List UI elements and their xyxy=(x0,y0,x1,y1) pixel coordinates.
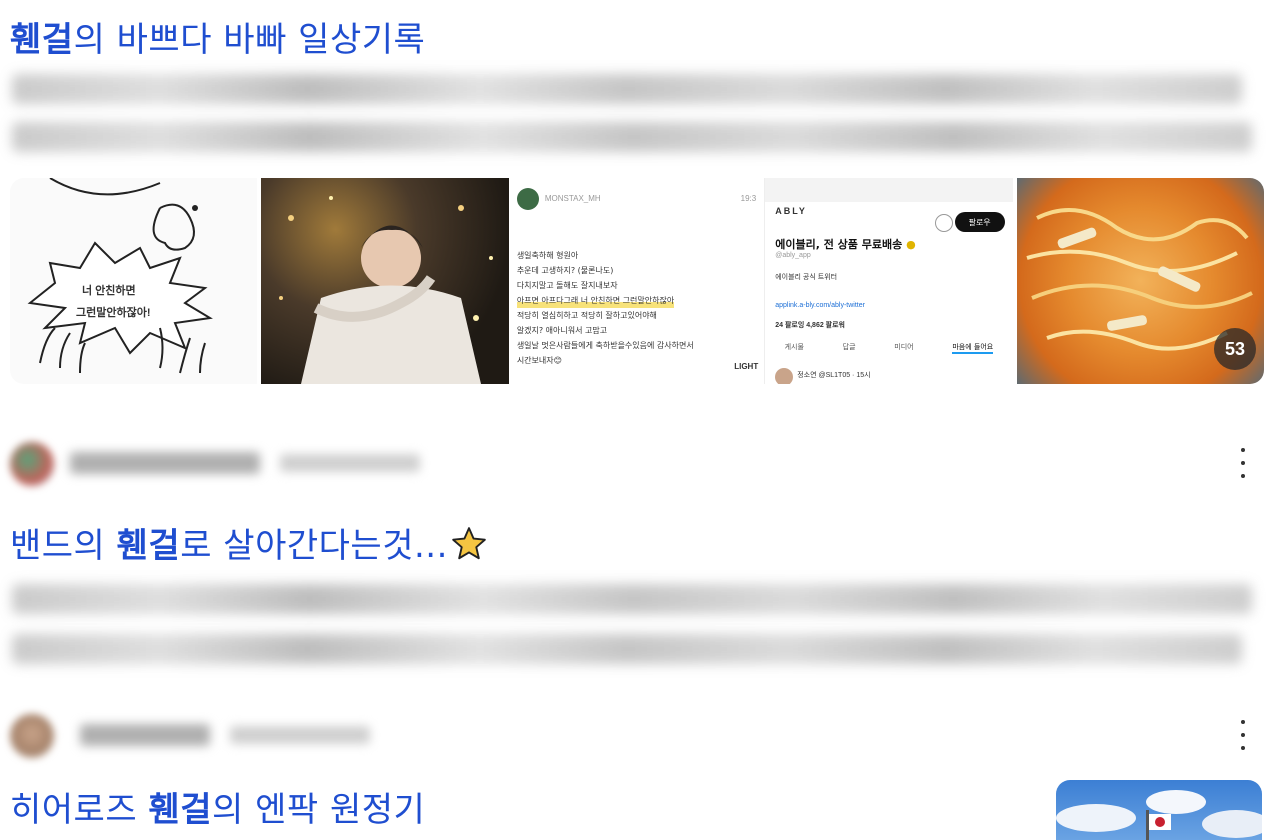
verified-icon: ● xyxy=(906,238,916,251)
title-text: 밴드의 xyxy=(10,526,117,566)
snippet-line-blurred xyxy=(12,584,1252,614)
title-text: 의 엔팍 원정기 xyxy=(212,790,426,830)
post-username: MONSTAX_MH xyxy=(544,194,601,203)
profile-tabs: 게시물 답글 미디어 마음에 들어요 xyxy=(765,342,1012,354)
more-options-icon[interactable] xyxy=(1236,720,1250,750)
post-date-blurred xyxy=(280,454,420,472)
thumbnail-stage-photo[interactable] xyxy=(261,178,509,384)
profile-desc: 에이블리 공식 트위터 xyxy=(775,274,838,281)
avatar xyxy=(516,188,539,210)
result-3-thumbnail[interactable] xyxy=(1056,780,1262,840)
avatar xyxy=(10,714,54,758)
post-body: 생일축하해 형원아 추운데 고생하지? (물론나도) 다치지말고 돌해도 잘지내… xyxy=(516,251,694,365)
reply-author: 정소연 @SL1T05 · 15시 xyxy=(797,372,871,379)
bubble-text: 그런말안하잖아! xyxy=(76,307,151,319)
profile-name: 에이블리, 전 상품 무료배송 ● xyxy=(775,238,916,251)
title-keyword: 휀걸 xyxy=(148,790,212,830)
title-keyword: 휀걸 xyxy=(10,20,74,60)
snippet-line-blurred xyxy=(12,122,1252,152)
bubble-text: 너 안친하면 xyxy=(82,285,136,297)
snippet-line-blurred xyxy=(12,74,1242,104)
post-time: 19:3 xyxy=(740,194,757,203)
avatar xyxy=(775,368,794,384)
post-footer: LIGHT xyxy=(734,362,759,371)
author-name-blurred xyxy=(80,724,210,746)
title-text: 로 살아간다는것... xyxy=(180,526,448,566)
thumbnail-profile[interactable]: ABLY 팔로우 에이블리, 전 상품 무료배송 ● @ably_app 에이블… xyxy=(764,178,1013,384)
avatar xyxy=(10,442,54,486)
result-2-meta xyxy=(10,436,1250,486)
star-icon xyxy=(452,527,486,560)
message-icon xyxy=(934,214,953,232)
thumbnail-food-photo[interactable]: 53 xyxy=(1016,178,1264,384)
result-1-title[interactable]: 휀걸의 바쁘다 바빠 일상기록 xyxy=(10,12,425,61)
profile-handle: @ably_app xyxy=(775,252,811,259)
thumbnail-text-post[interactable]: MONSTAX_MH 19:3 생일축하해 형원아 추운데 고생하지? (물론나… xyxy=(512,178,761,384)
more-options-icon[interactable] xyxy=(1236,448,1250,478)
profile-link: applink.a-bly.com/ably-twitter xyxy=(775,302,865,309)
post-date-blurred xyxy=(230,726,370,744)
result-2-title[interactable]: 밴드의 휀걸로 살아간다는것... xyxy=(10,518,488,567)
profile-banner xyxy=(765,178,1013,202)
profile-stats: 24 팔로잉 4,862 팔로워 xyxy=(775,322,845,329)
comic-illustration xyxy=(27,178,213,374)
thumbnail-comic[interactable]: 너 안친하면 그런말안하잖아! xyxy=(10,178,258,384)
follow-button[interactable]: 팔로우 xyxy=(954,212,1005,232)
image-gallery: 너 안친하면 그런말안하잖아! MONSTAX_MH 19:3 생일축하해 형원… xyxy=(10,178,1264,384)
title-text: 의 바쁘다 바빠 일상기록 xyxy=(73,20,426,60)
more-images-badge[interactable]: 53 xyxy=(1214,328,1257,370)
title-keyword: 휀걸 xyxy=(116,526,181,566)
title-text: 히어로즈 xyxy=(10,790,149,830)
author-name-blurred xyxy=(70,452,260,474)
result-3-title[interactable]: 히어로즈 휀걸의 엔팍 원정기 xyxy=(10,782,425,831)
snippet-line-blurred xyxy=(12,634,1242,664)
result-3-meta xyxy=(10,708,1250,758)
performer-photo xyxy=(279,196,494,384)
sky-photo xyxy=(1056,790,1262,840)
brand-logo: ABLY xyxy=(775,206,807,216)
